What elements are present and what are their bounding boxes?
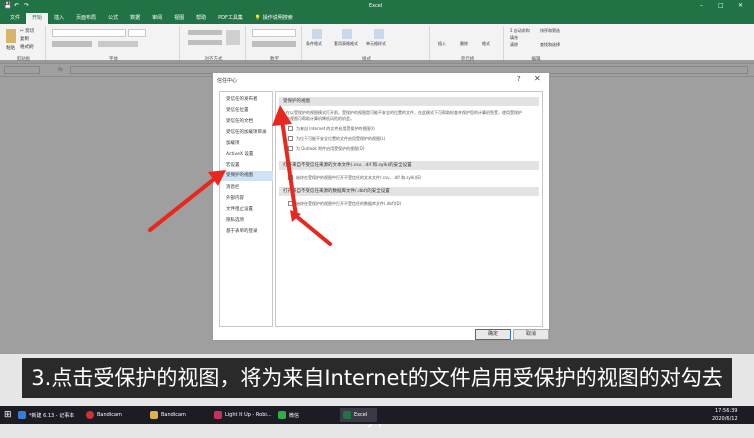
taskbar-label: Light It Up - Robi...	[225, 412, 272, 418]
arrow-to-nav-icon	[148, 170, 226, 232]
taskbar-label: 微信	[289, 412, 300, 419]
taskbar-label: Excel	[354, 412, 368, 418]
music-icon	[214, 411, 222, 419]
notepad-icon	[18, 411, 26, 419]
clock-date[interactable]: 2020/6/12	[712, 416, 738, 422]
taskbar-item-wechat[interactable]: 微信	[278, 408, 299, 422]
bandicam-icon	[86, 411, 94, 419]
taskbar-item-bandicam-1[interactable]: Bandicam	[86, 408, 122, 422]
arrow-to-checkbox-icon	[272, 105, 332, 246]
folder-icon	[150, 411, 158, 419]
taskbar-label: Bandicam	[97, 412, 122, 418]
clock-time[interactable]: 17:56:39	[715, 408, 737, 414]
taskbar-label: *新建 6.13 - 记事本	[29, 412, 75, 419]
wechat-icon	[278, 411, 286, 419]
taskbar: ⊞ *新建 6.13 - 记事本 Bandicam Bandicam Light…	[0, 406, 754, 424]
taskbar-item-excel[interactable]: Excel	[340, 408, 378, 422]
start-button[interactable]: ⊞	[4, 408, 12, 422]
tutorial-caption: 3.点击受保护的视图，将为来自Internet的文件启用受保护的视图的对勾去掉	[22, 358, 732, 430]
taskbar-label: Bandicam	[161, 412, 186, 418]
excel-icon	[343, 411, 351, 419]
taskbar-item-bandicam-2[interactable]: Bandicam	[150, 408, 186, 422]
taskbar-item-music[interactable]: Light It Up - Robi...	[214, 408, 272, 422]
taskbar-item-notepad[interactable]: *新建 6.13 - 记事本	[18, 408, 74, 422]
